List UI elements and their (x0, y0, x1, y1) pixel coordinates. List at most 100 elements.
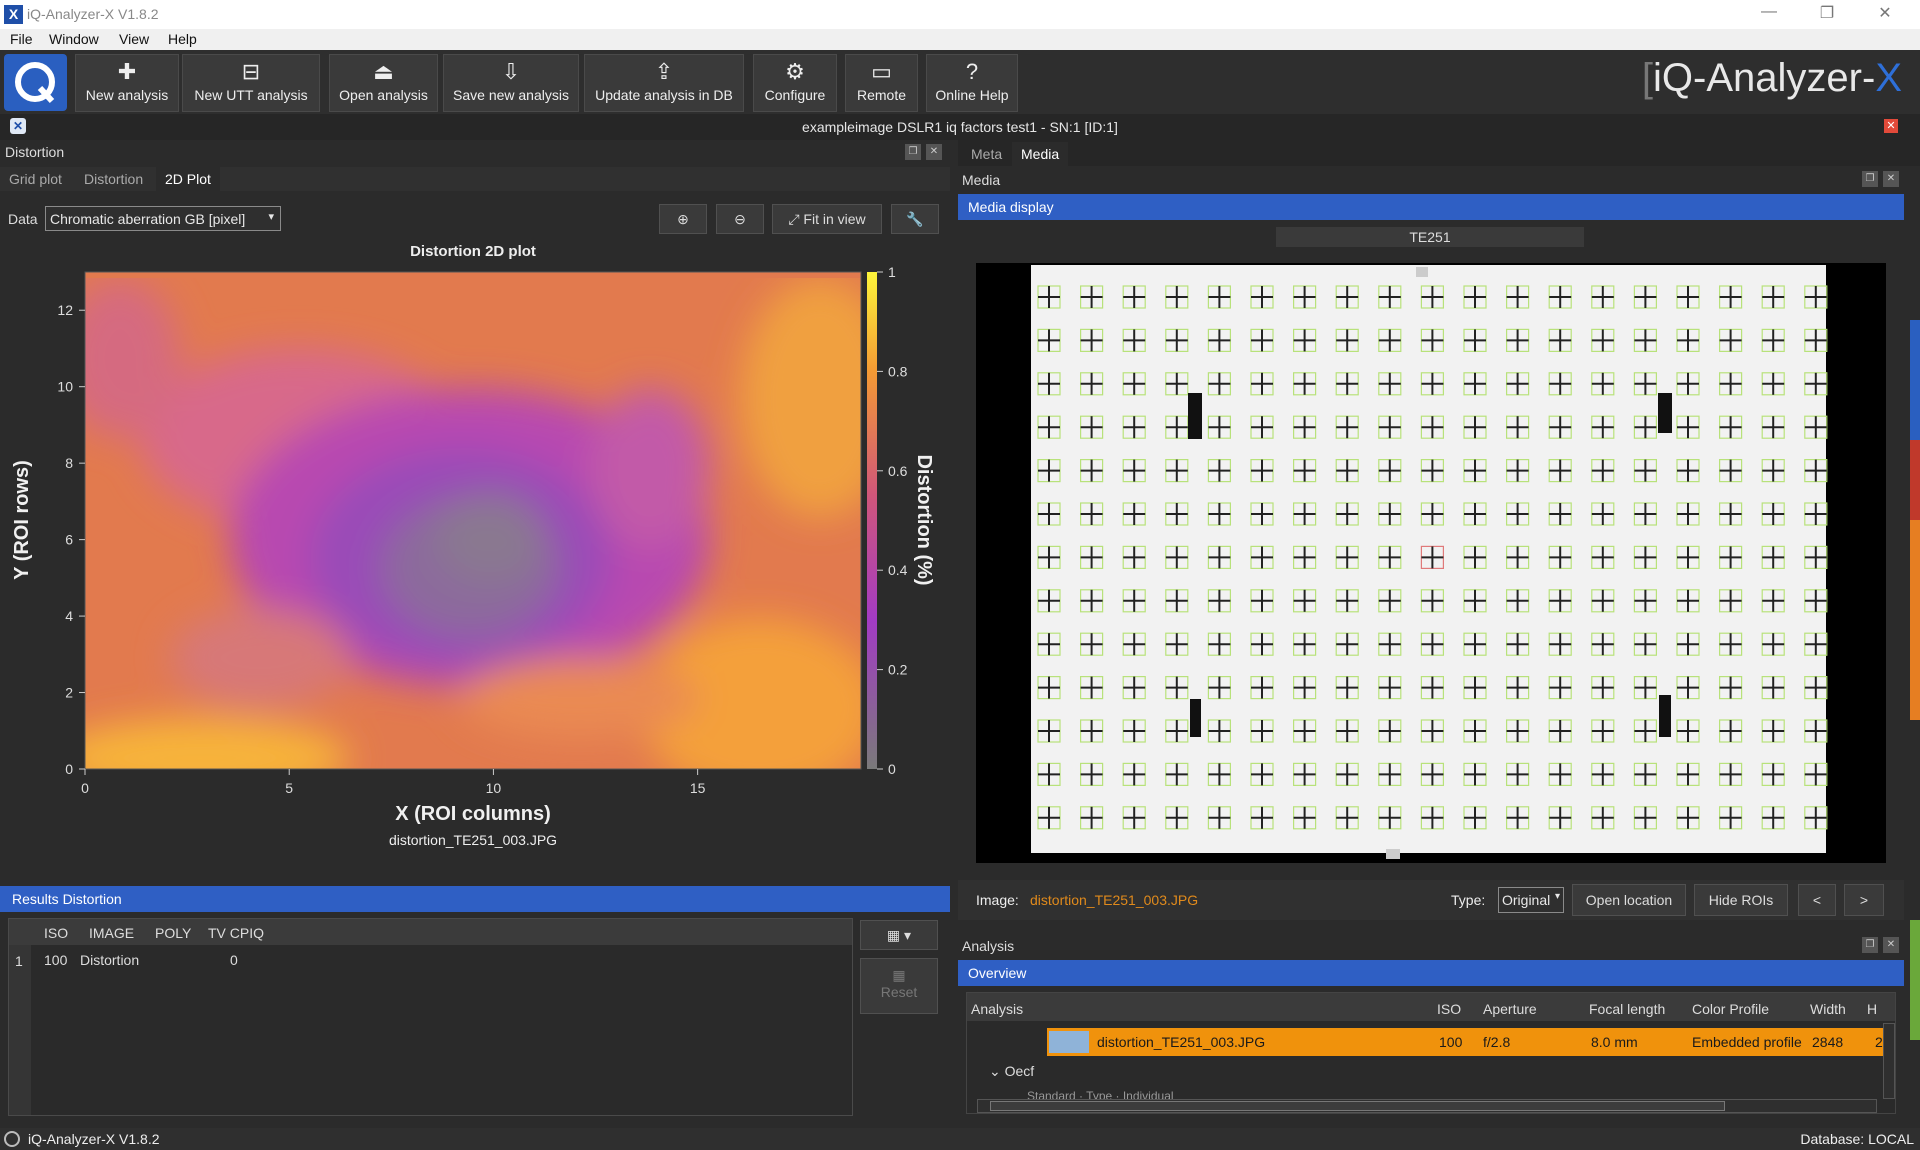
tree-group-oecf[interactable]: ⌄ Oecf (989, 1063, 1289, 1087)
new-analysis-button[interactable]: ✚ New analysis (75, 54, 179, 112)
previous-image-button[interactable]: < (1798, 884, 1836, 916)
colorbar-tick-label: 0.6 (888, 463, 908, 479)
monitor-icon: ▭ (871, 59, 892, 84)
toolbar: ✚ New analysis ⊟ New UTT analysis ⏏ Open… (0, 50, 1920, 114)
restore-icon[interactable]: ❐ (1804, 3, 1850, 27)
app-status-icon (4, 1131, 20, 1147)
horizontal-scrollbar[interactable] (977, 1099, 1877, 1113)
x-tick-label: 10 (486, 780, 502, 796)
analysis-panel-header: Analysis ❐ ✕ (958, 934, 1904, 958)
media-image-viewer[interactable] (976, 263, 1886, 863)
document-title: exampleimage DSLR1 iq factors test1 - SN… (802, 119, 1118, 135)
vertical-scrollbar[interactable] (1883, 1023, 1895, 1099)
distortion-panel-header: Distortion ❐ ✕ (0, 140, 950, 164)
online-help-button[interactable]: ? Online Help (926, 54, 1018, 112)
y-tick-label: 10 (57, 379, 73, 395)
col-h[interactable]: H (1867, 1001, 1877, 1017)
col-iso[interactable]: ISO (44, 925, 68, 941)
col-color-profile[interactable]: Color Profile (1692, 1001, 1769, 1017)
col-iso[interactable]: ISO (1437, 1001, 1461, 1017)
zoom-out-button[interactable]: ⊖ (716, 204, 764, 234)
data-select[interactable]: Chromatic aberration GB [pixel] ▾ (45, 206, 281, 231)
distortion-tabs: Grid plot Distortion 2D Plot (0, 167, 950, 191)
remote-button[interactable]: ▭ Remote (845, 54, 918, 112)
y-tick-label: 4 (65, 608, 73, 624)
plot-svg: Distortion 2D plot 0 5 10 15 024681012 0… (11, 243, 935, 848)
reset-button[interactable]: ▦ Reset (860, 958, 938, 1014)
data-label: Data (8, 211, 38, 227)
menu-view[interactable]: View (119, 31, 149, 47)
type-label: Type: (1451, 892, 1486, 908)
float-panel-icon[interactable]: ❐ (1862, 937, 1878, 953)
menu-file[interactable]: File (10, 31, 33, 47)
menu-window[interactable]: Window (49, 31, 99, 47)
col-poly[interactable]: POLY (155, 925, 191, 941)
menu-bar: File Window View Help (0, 29, 1920, 50)
float-panel-icon[interactable]: ❐ (1862, 171, 1878, 187)
tab-distortion[interactable]: Distortion (75, 167, 152, 191)
hide-rois-button[interactable]: Hide ROIs (1694, 884, 1788, 916)
col-aperture[interactable]: Aperture (1483, 1001, 1537, 1017)
x-axis-label: X (ROI columns) (395, 803, 551, 825)
plot-title: Distortion 2D plot (410, 243, 536, 260)
type-select[interactable]: Original ▾ (1498, 887, 1564, 913)
table-row[interactable]: 1 100 Distortion 0 (9, 947, 852, 973)
wrench-button[interactable]: 🔧 (891, 204, 939, 234)
close-icon[interactable]: ✕ (1862, 3, 1908, 27)
image-label: Image: (976, 892, 1019, 908)
distortion-2d-plot: Distortion 2D plot 0 5 10 15 0 2 4 6 8 10 12 (0, 238, 950, 878)
close-panel-icon[interactable]: ✕ (926, 144, 942, 160)
test-chart-image (1031, 265, 1828, 859)
table-view-button[interactable]: ▦ ▾ (860, 920, 938, 950)
colorbar-tick-label: 0.4 (888, 562, 908, 578)
zoom-in-icon: ⊕ (677, 211, 689, 227)
tab-2d-plot[interactable]: 2D Plot (156, 167, 220, 191)
col-tv-cpiq[interactable]: TV CPIQ (208, 925, 264, 941)
save-new-analysis-button[interactable]: ⇩ Save new analysis (443, 54, 579, 112)
float-panel-icon[interactable]: ❐ (905, 144, 921, 160)
col-width[interactable]: Width (1810, 1001, 1846, 1017)
colorbar-tick-label: 1 (888, 264, 896, 280)
app-icon: X (4, 5, 23, 24)
col-image[interactable]: IMAGE (89, 925, 134, 941)
open-drive-icon: ⏏ (373, 59, 394, 84)
open-location-button[interactable]: Open location (1572, 884, 1686, 916)
overview-header: Overview (958, 960, 1904, 986)
colorbar-tick-label: 0.8 (888, 363, 908, 379)
panel-title: Distortion (5, 144, 65, 160)
new-utt-analysis-button[interactable]: ⊟ New UTT analysis (182, 54, 320, 112)
analysis-table: Analysis ISO Aperture Focal length Color… (966, 992, 1896, 1114)
close-panel-icon[interactable]: ✕ (1883, 171, 1899, 187)
menu-help[interactable]: Help (168, 31, 197, 47)
zoom-in-button[interactable]: ⊕ (659, 204, 707, 234)
col-analysis[interactable]: Analysis (971, 1001, 1023, 1017)
db-update-icon: ⇪ (654, 59, 674, 84)
zoom-out-icon: ⊖ (734, 211, 746, 227)
close-document-icon[interactable]: ✕ (1884, 119, 1898, 133)
right-tabs: Meta Media (958, 140, 1920, 166)
x-tick-label: 0 (81, 780, 89, 796)
utt-icon: ⊟ (241, 59, 261, 84)
y-tick-label: 2 (65, 685, 73, 701)
y-tick-label: 6 (65, 532, 73, 548)
app-logo-button[interactable] (4, 54, 67, 111)
tab-meta[interactable]: Meta (962, 142, 1011, 166)
col-focal-length[interactable]: Focal length (1589, 1001, 1665, 1017)
update-analysis-in-db-button[interactable]: ⇪ Update analysis in DB (584, 54, 744, 112)
close-panel-icon[interactable]: ✕ (1883, 937, 1899, 953)
open-analysis-button[interactable]: ⏏ Open analysis (329, 54, 438, 112)
table-row-selected[interactable]: distortion_TE251_003.JPG 100 f/2.8 8.0 m… (1047, 1028, 1895, 1056)
status-database: Database: LOCAL (1800, 1131, 1914, 1147)
y-tick-label: 12 (57, 302, 73, 318)
minimize-icon[interactable]: — (1746, 3, 1792, 27)
configure-button[interactable]: ⚙ Configure (753, 54, 837, 112)
tab-grid-plot[interactable]: Grid plot (0, 167, 71, 191)
chevron-down-icon: ▾ (1554, 891, 1560, 902)
window-title: iQ-Analyzer-X V1.8.2 (27, 6, 159, 22)
next-image-button[interactable]: > (1844, 884, 1884, 916)
image-name: distortion_TE251_003.JPG (1030, 892, 1199, 908)
tab-media[interactable]: Media (1012, 142, 1069, 166)
save-drive-icon: ⇩ (501, 59, 521, 84)
scrollbar-thumb[interactable] (990, 1101, 1725, 1111)
fit-in-view-button[interactable]: ⤢ Fit in view (772, 204, 882, 234)
